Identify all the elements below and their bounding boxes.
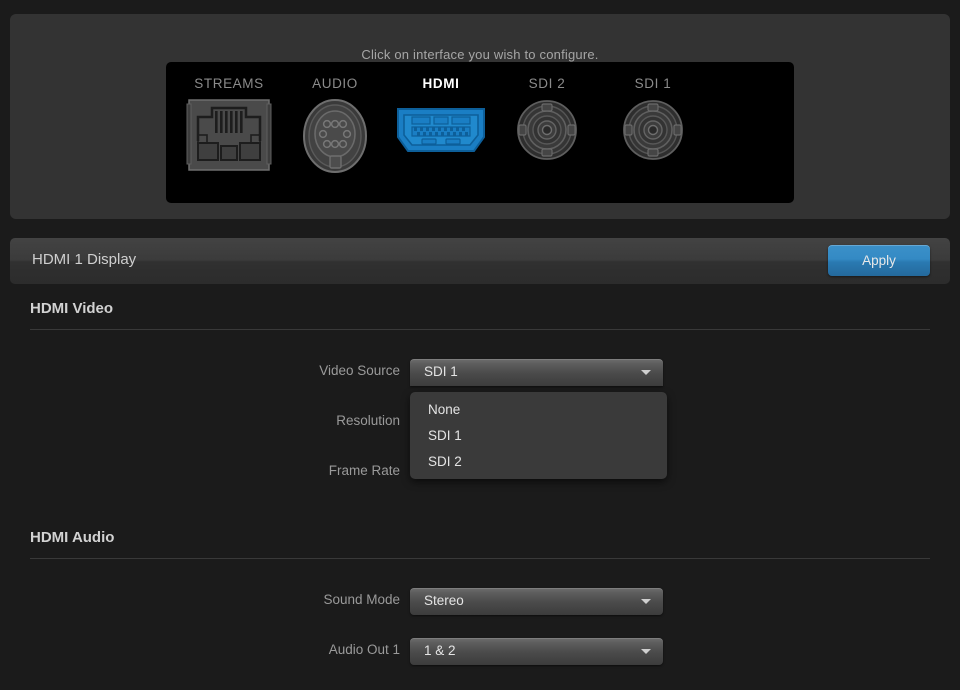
connector-label-audio: AUDIO	[282, 76, 388, 91]
section-divider	[30, 329, 930, 330]
page-header-bar: HDMI 1 Display Apply	[10, 238, 950, 284]
hdmi-icon	[390, 103, 492, 159]
connector-sdi-2[interactable]: SDI 2	[494, 76, 600, 191]
bnc-sdi-icon	[622, 99, 684, 161]
connector-sdi-1[interactable]: SDI 1	[600, 76, 706, 191]
audio-out-1-value: 1 & 2	[424, 643, 456, 658]
video-source-select[interactable]: SDI 1	[410, 359, 663, 386]
label-frame-rate: Frame Rate	[160, 463, 400, 478]
connector-label-sdi-2: SDI 2	[494, 76, 600, 91]
dropdown-option-sdi-1[interactable]: SDI 1	[410, 423, 667, 449]
chevron-down-icon	[641, 599, 651, 604]
din-audio-icon	[302, 99, 368, 173]
row-video-source: Video Source SDI 1	[0, 359, 960, 387]
bnc-sdi-icon	[516, 99, 578, 161]
connector-board: STREAMS	[166, 62, 794, 203]
hdmi-video-section: HDMI Video	[0, 300, 960, 330]
row-sound-mode: Sound Mode Stereo	[0, 588, 960, 616]
connector-label-streams: STREAMS	[176, 76, 282, 91]
picker-instruction-text: Click on interface you wish to configure…	[10, 47, 950, 62]
section-divider	[30, 558, 930, 559]
connector-label-hdmi: HDMI	[388, 76, 494, 91]
section-heading-audio: HDMI Audio	[30, 529, 960, 546]
apply-button[interactable]: Apply	[828, 245, 930, 276]
connector-hdmi[interactable]: HDMI	[388, 76, 494, 191]
sound-mode-value: Stereo	[424, 593, 464, 608]
chevron-down-icon	[641, 649, 651, 654]
row-audio-out-1: Audio Out 1 1 & 2	[0, 638, 960, 666]
page-title: HDMI 1 Display	[32, 251, 136, 268]
section-heading-video: HDMI Video	[30, 300, 960, 317]
label-resolution: Resolution	[160, 413, 400, 428]
rj45-ethernet-icon	[186, 99, 272, 171]
connector-label-sdi-1: SDI 1	[600, 76, 706, 91]
chevron-down-icon	[641, 370, 651, 375]
hdmi-audio-section: HDMI Audio	[0, 529, 960, 559]
video-source-value: SDI 1	[424, 364, 458, 379]
label-sound-mode: Sound Mode	[160, 592, 400, 607]
sound-mode-select[interactable]: Stereo	[410, 588, 663, 615]
label-video-source: Video Source	[160, 363, 400, 378]
connector-streams[interactable]: STREAMS	[176, 76, 282, 191]
interface-picker-panel: Click on interface you wish to configure…	[10, 14, 950, 219]
dropdown-option-none[interactable]: None	[410, 397, 667, 423]
video-source-dropdown-menu[interactable]: None SDI 1 SDI 2	[410, 392, 667, 479]
dropdown-option-sdi-2[interactable]: SDI 2	[410, 449, 667, 475]
audio-out-1-select[interactable]: 1 & 2	[410, 638, 663, 665]
connector-audio[interactable]: AUDIO	[282, 76, 388, 191]
label-audio-out-1: Audio Out 1	[160, 642, 400, 657]
